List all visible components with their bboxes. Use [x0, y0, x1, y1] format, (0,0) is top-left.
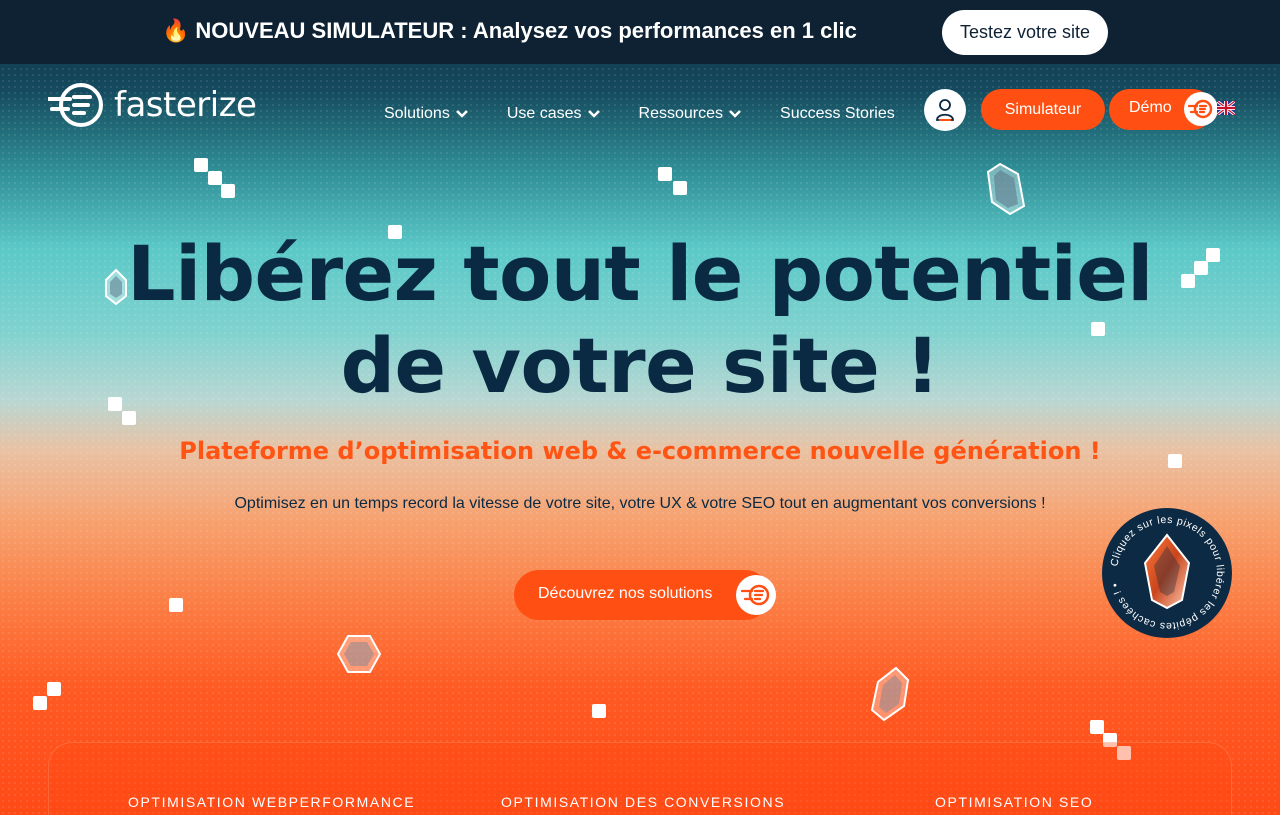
fasterize-arrow-icon: [1184, 92, 1218, 126]
crystal-icon: [870, 666, 910, 722]
badge-graphic: Cliquez sur les pixels pour libérer les …: [1108, 514, 1225, 632]
hero-description: Optimisez en un temps record la vitesse …: [234, 495, 1046, 512]
chevron-down-icon: [729, 110, 741, 118]
cta-label: Découvrez nos solutions: [538, 585, 713, 602]
user-icon: [936, 99, 954, 121]
gem-icon: [1143, 533, 1191, 610]
feature-conversions[interactable]: OPTIMISATION DES CONVERSIONS: [501, 794, 785, 810]
hero-title: Libérez tout le potentiel de votre site …: [0, 228, 1280, 412]
fire-icon: 🔥: [162, 18, 190, 43]
hero-title-line-2: de votre site !: [340, 321, 940, 410]
nav-label: Success Stories: [780, 105, 895, 122]
nav-item-ressources[interactable]: Ressources: [639, 103, 742, 125]
nav-label: Solutions: [384, 105, 450, 122]
discover-solutions-button[interactable]: Découvrez nos solutions: [514, 570, 776, 620]
hero-subtitle: Plateforme d’optimisation web & e-commer…: [179, 437, 1101, 465]
nav-label: Use cases: [506, 105, 582, 122]
demo-label: Démo: [1129, 99, 1172, 116]
chevron-down-icon: [587, 110, 600, 118]
chevron-down-icon: [455, 110, 468, 118]
nav-label: Ressources: [638, 105, 724, 122]
uk-flag-icon[interactable]: [1217, 101, 1235, 115]
promo-text: 🔥 NOUVEAU SIMULATEUR : Analysez vos perfo…: [162, 17, 857, 45]
crystal-icon: [336, 635, 382, 673]
nav-item-use-cases[interactable]: Use cases: [507, 103, 601, 125]
simulator-button[interactable]: Simulateur: [981, 89, 1105, 130]
promo-message: NOUVEAU SIMULATEUR : Analysez vos perfor…: [195, 18, 857, 43]
crystal-icon: [105, 268, 127, 306]
demo-button[interactable]: Démo: [1109, 89, 1218, 130]
logo-text: fasterize: [114, 85, 257, 125]
nav-item-solutions[interactable]: Solutions: [384, 103, 469, 125]
main-nav: Solutions Use cases Ressources Success S…: [384, 103, 895, 125]
feature-webperformance[interactable]: OPTIMISATION WEBPERFORMANCE: [128, 794, 415, 810]
nav-item-success-stories[interactable]: Success Stories: [780, 103, 895, 125]
test-site-button[interactable]: Testez votre site: [942, 10, 1108, 55]
fasterize-arrow-icon: [736, 575, 776, 615]
hidden-gems-badge[interactable]: Cliquez sur les pixels pour libérer les …: [1102, 508, 1232, 638]
promo-bar: 🔥 NOUVEAU SIMULATEUR : Analysez vos perfo…: [0, 0, 1280, 64]
features-card: OPTIMISATION WEBPERFORMANCE OPTIMISATION…: [48, 742, 1232, 815]
hero-title-line-1: Libérez tout le potentiel: [127, 229, 1153, 318]
feature-seo[interactable]: OPTIMISATION SEO: [935, 794, 1093, 810]
logo[interactable]: fasterize: [48, 81, 257, 129]
fasterize-logo-icon: [48, 83, 103, 127]
account-button[interactable]: [924, 89, 966, 131]
crystal-icon: [986, 162, 1026, 216]
